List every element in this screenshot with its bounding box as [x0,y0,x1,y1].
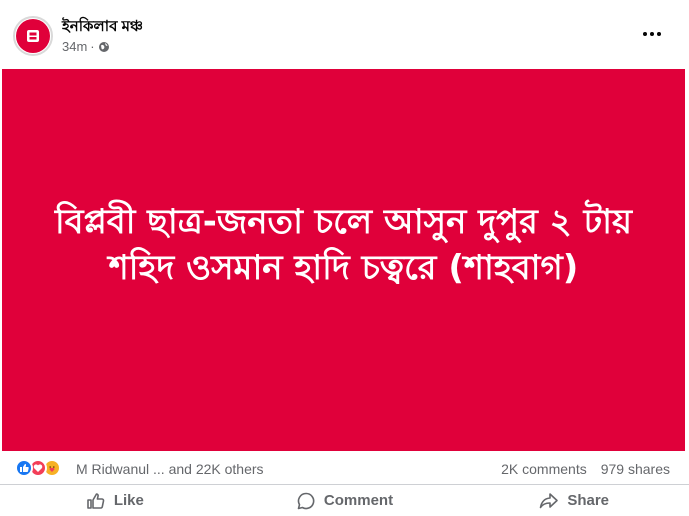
engagement-counts: 2K comments 979 shares [501,461,670,477]
post-banner-image[interactable]: বিপ্লবী ছাত্র-জনতা চলে আসুন দুপুর ২ টায়… [2,69,685,451]
banner-line-1: বিপ্লবী ছাত্র-জনতা চলে আসুন দুপুর ২ টায় [54,202,633,242]
comment-button[interactable]: Comment [230,485,460,516]
comment-icon [297,492,315,509]
comment-button-label: Comment [323,492,394,509]
reaction-icons[interactable] [15,459,61,477]
reactions-row: M Ridwanul ... and 22K others 2K comment… [0,451,689,484]
post-action-bar: Like Comment Share [0,484,689,516]
like-button-label: Like [113,492,144,509]
page-avatar[interactable] [13,16,53,56]
share-button-label: Share [567,492,610,509]
thumbs-up-icon [87,492,105,509]
like-button[interactable]: Like [0,485,230,516]
globe-icon[interactable] [98,41,110,53]
share-icon [540,492,559,508]
banner-text: বিপ্লবী ছাত্র-জনতা চলে আসুন দুপুর ২ টায়… [55,199,632,291]
post-header: ইনকিলাব মঞ্চ 34m · [0,0,689,69]
meta-separator: · [90,39,95,54]
banner-line-2: শহিদ ওসমান হাদি চত্বরে (শাহবাগ) [108,248,579,288]
shares-count[interactable]: 979 shares [601,461,670,477]
page-logo-icon [16,19,50,53]
page-name[interactable]: ইনকিলাব মঞ্চ [62,15,143,40]
facebook-post: ইনকিলাব মঞ্চ 34m · বিপ্লবী ছাত্র-জনতা চল… [0,0,689,516]
post-time[interactable]: 34m [62,39,87,54]
more-options-icon[interactable] [639,24,665,44]
post-meta: 34m · [62,39,110,54]
reactors-summary[interactable]: M Ridwanul ... and 22K others [76,461,264,477]
comments-count[interactable]: 2K comments [501,461,587,477]
like-reaction-icon [15,459,33,477]
share-button[interactable]: Share [459,485,689,516]
